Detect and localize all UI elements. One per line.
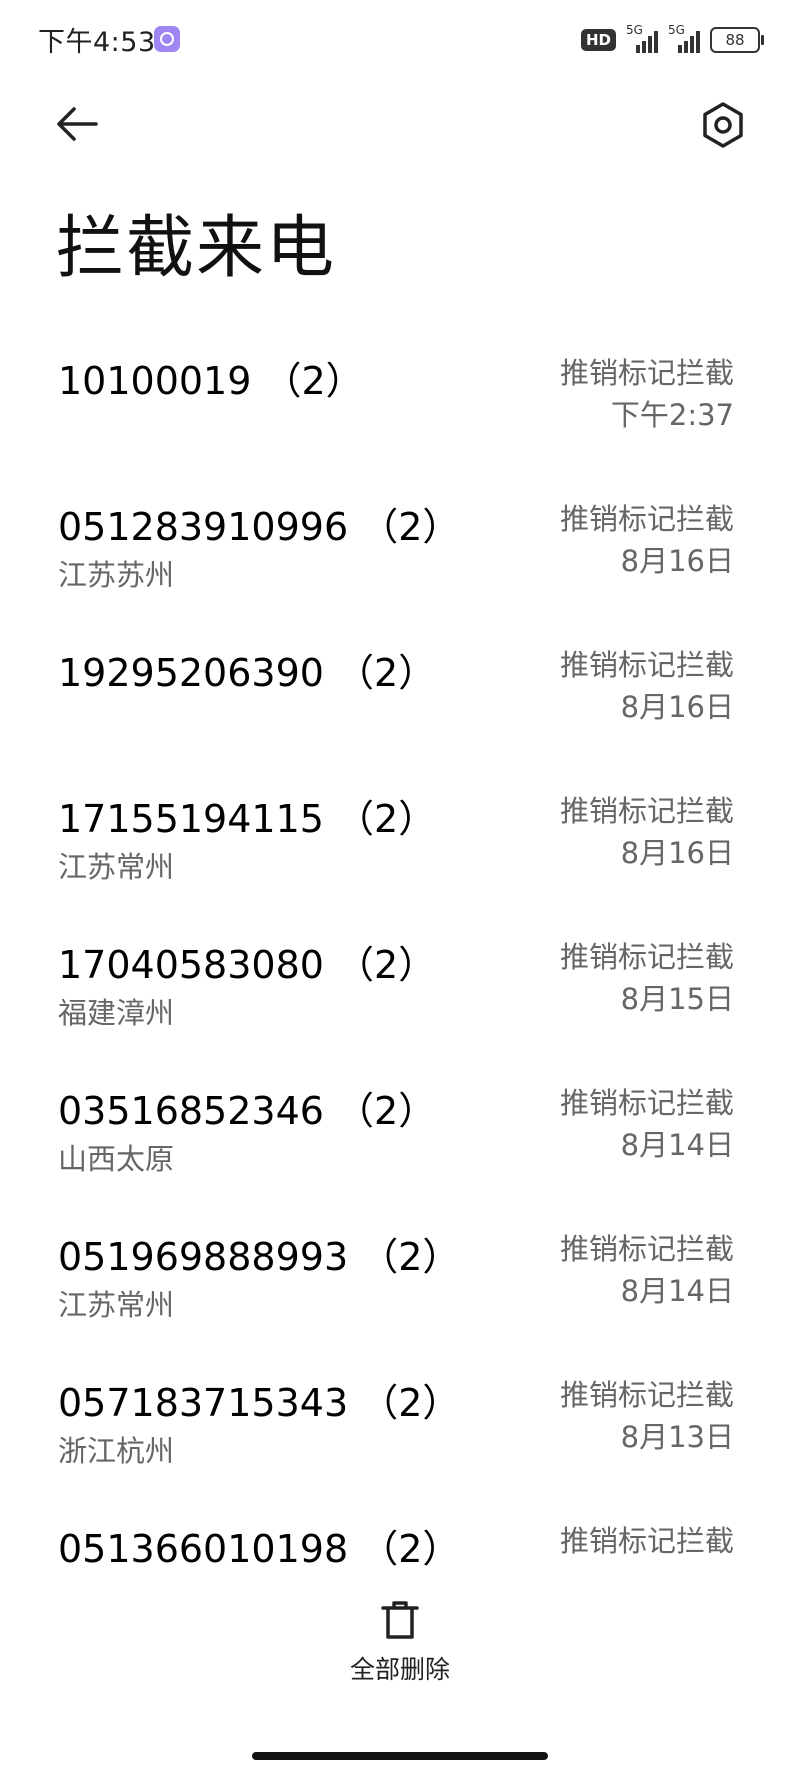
block-reason: 推销标记拦截 — [559, 1524, 734, 1558]
call-list-item[interactable]: 17155194115 （2） 江苏常州 推销标记拦截 8月16日 — [0, 778, 800, 924]
call-time: 8月13日 — [620, 1420, 734, 1454]
call-list-item[interactable]: 03516852346 （2） 山西太原 推销标记拦截 8月14日 — [0, 1070, 800, 1216]
status-bar: 下午4:53 HD 5G 5G 88 — [0, 0, 800, 84]
call-number: 051366010198 （2） — [58, 1527, 461, 1571]
call-number: 17155194115 （2） — [58, 797, 437, 841]
network-type-sim2: 5G — [668, 23, 685, 37]
call-number: 057183715343 （2） — [58, 1381, 461, 1425]
call-number: 10100019 （2） — [58, 359, 364, 403]
block-reason: 推销标记拦截 — [559, 502, 734, 536]
call-time: 8月15日 — [620, 982, 734, 1016]
back-button[interactable] — [50, 96, 106, 152]
call-time: 8月14日 — [620, 1274, 734, 1308]
battery-icon: 88 — [710, 27, 764, 53]
signal-icon-sim2: 5G — [668, 23, 700, 53]
call-time: 8月16日 — [620, 690, 734, 724]
page-title: 拦截来电 — [56, 209, 337, 288]
gear-icon — [703, 102, 743, 148]
call-list-item[interactable]: 057183715343 （2） 浙江杭州 推销标记拦截 8月13日 — [0, 1362, 800, 1508]
signal-icon-sim1: 5G — [626, 23, 658, 53]
call-list-item[interactable]: 051969888993 （2） 江苏常州 推销标记拦截 8月14日 — [0, 1216, 800, 1362]
arrow-left-icon — [57, 107, 98, 141]
trash-icon — [381, 1601, 419, 1639]
block-reason: 推销标记拦截 — [559, 1378, 734, 1412]
call-location: 浙江杭州 — [58, 1434, 175, 1468]
call-number: 051969888993 （2） — [58, 1235, 461, 1279]
call-number: 17040583080 （2） — [58, 943, 437, 987]
block-reason: 推销标记拦截 — [559, 1232, 734, 1266]
call-time: 下午2:37 — [610, 398, 734, 432]
call-location: 福建漳州 — [58, 996, 175, 1030]
block-reason: 推销标记拦截 — [559, 940, 734, 974]
network-type-sim1: 5G — [626, 23, 643, 37]
block-reason: 推销标记拦截 — [559, 648, 734, 682]
call-location: 江苏常州 — [58, 1288, 175, 1322]
call-location: 江苏苏州 — [58, 558, 175, 592]
block-reason: 推销标记拦截 — [559, 1086, 734, 1120]
status-time: 下午4:53 — [38, 27, 156, 58]
call-time: 8月16日 — [620, 544, 734, 578]
status-indicators: HD 5G 5G 88 — [580, 23, 764, 56]
notification-app-icon — [154, 26, 180, 52]
hd-voice-badge: HD — [580, 29, 616, 51]
call-number: 03516852346 （2） — [58, 1089, 437, 1133]
call-time: 8月16日 — [620, 836, 734, 870]
call-list-item[interactable]: 19295206390 （2） 推销标记拦截 8月16日 — [0, 632, 800, 778]
delete-all-button[interactable]: 全部删除 — [330, 1598, 470, 1698]
call-location: 山西太原 — [58, 1142, 175, 1176]
call-location: 江苏常州 — [58, 850, 175, 884]
block-reason: 推销标记拦截 — [559, 356, 734, 390]
block-reason: 推销标记拦截 — [559, 794, 734, 828]
call-list-item[interactable]: 17040583080 （2） 福建漳州 推销标记拦截 8月15日 — [0, 924, 800, 1070]
home-indicator[interactable] — [252, 1752, 548, 1760]
call-number: 051283910996 （2） — [58, 505, 461, 549]
call-list-item[interactable]: 051283910996 （2） 江苏苏州 推销标记拦截 8月16日 — [0, 486, 800, 632]
delete-all-label: 全部删除 — [349, 1655, 450, 1684]
blocked-call-list: 10100019 （2） 推销标记拦截 下午2:37 051283910996 … — [0, 340, 800, 1654]
call-number: 19295206390 （2） — [58, 651, 437, 695]
call-time: 8月14日 — [620, 1128, 734, 1162]
call-list-item[interactable]: 10100019 （2） 推销标记拦截 下午2:37 — [0, 340, 800, 486]
settings-button[interactable] — [698, 100, 748, 150]
